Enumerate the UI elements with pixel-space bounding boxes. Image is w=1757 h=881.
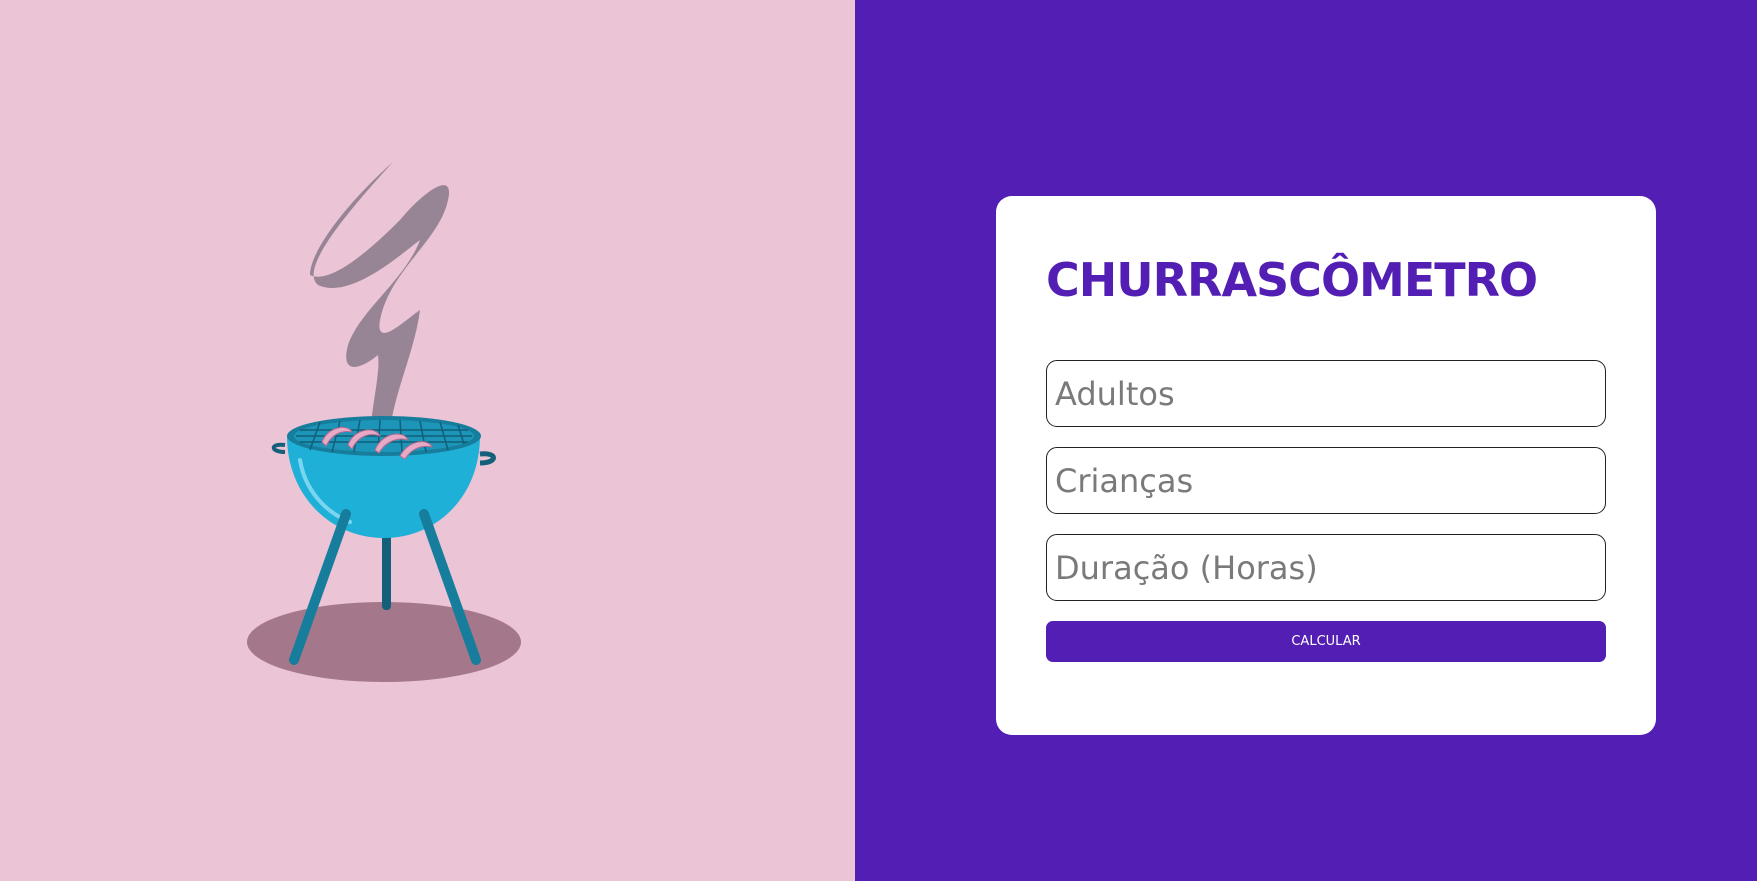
form-panel: CHURRASCÔMETRO CALCULAR [855, 0, 1757, 881]
page-title: CHURRASCÔMETRO [1046, 253, 1538, 307]
duration-input[interactable] [1046, 534, 1606, 601]
grill-shadow [247, 602, 521, 682]
children-input[interactable] [1046, 447, 1606, 514]
calculator-card: CHURRASCÔMETRO CALCULAR [996, 196, 1656, 735]
calculate-button[interactable]: CALCULAR [1046, 621, 1606, 662]
grill-right-handle [479, 451, 496, 466]
form-fields [1046, 360, 1606, 601]
illustration-panel [0, 0, 855, 881]
smoke-icon [310, 162, 450, 430]
adults-input[interactable] [1046, 360, 1606, 427]
grill-left-handle [271, 442, 286, 454]
page: CHURRASCÔMETRO CALCULAR [0, 0, 1757, 881]
barbecue-grill-icon [247, 162, 521, 682]
grill-back-leg [382, 530, 391, 610]
